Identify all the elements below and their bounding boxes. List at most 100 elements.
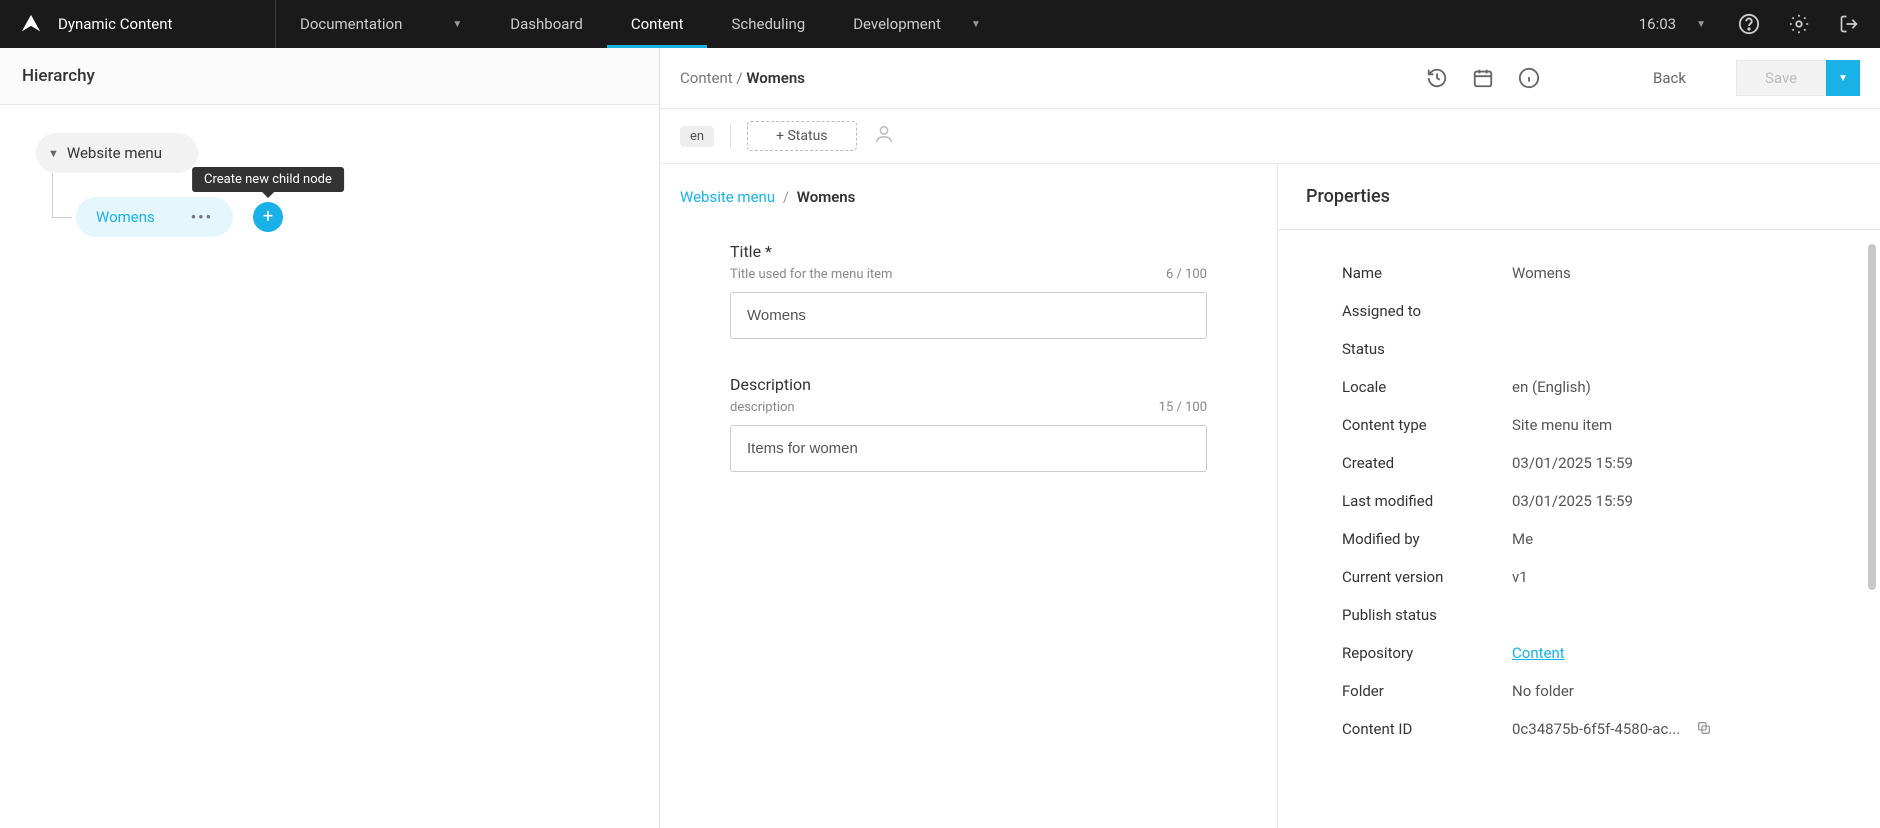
scrollbar-thumb[interactable]: [1868, 244, 1876, 590]
prop-label: Content type: [1342, 416, 1512, 434]
editor-body: Website menu / Womens Title * Title used…: [660, 164, 1880, 828]
breadcrumb-form-parent[interactable]: Website menu: [680, 188, 775, 206]
prop-row-assigned-to: Assigned to: [1306, 292, 1852, 330]
nav-dashboard[interactable]: Dashboard: [486, 0, 607, 48]
locale-pill[interactable]: en: [680, 126, 714, 147]
properties-panel: Properties Name Womens Assigned to Statu…: [1278, 164, 1880, 828]
prop-label: Last modified: [1342, 492, 1512, 510]
breadcrumb-parent[interactable]: Content: [680, 69, 733, 87]
description-hint: description: [730, 400, 795, 415]
prop-label: Repository: [1342, 644, 1512, 662]
breadcrumb-separator: /: [736, 69, 746, 87]
description-field: Description description 15 / 100: [730, 375, 1207, 472]
tree-child-label: Womens: [96, 208, 155, 226]
prop-label: Created: [1342, 454, 1512, 472]
nav-development-label: Development: [853, 15, 941, 33]
prop-value-repository-link[interactable]: Content: [1512, 644, 1565, 662]
prop-value: Site menu item: [1512, 416, 1612, 434]
prop-row-last-modified: Last modified 03/01/2025 15:59: [1306, 482, 1852, 520]
editor-topbar: Content / Womens Back Save ▼: [660, 48, 1880, 109]
logout-icon[interactable]: [1830, 5, 1868, 43]
save-button[interactable]: Save: [1736, 60, 1826, 96]
divider: [730, 124, 731, 148]
nav-documentation-dropdown[interactable]: Documentation ▼: [276, 0, 486, 48]
prop-value: 03/01/2025 15:59: [1512, 454, 1633, 472]
caret-down-icon: ▼: [48, 147, 59, 160]
nav-scheduling-label: Scheduling: [731, 15, 805, 33]
add-status-button[interactable]: + Status: [747, 121, 856, 151]
save-dropdown-button[interactable]: ▼: [1826, 60, 1860, 96]
main-area: Hierarchy ▼ Website menu Womens ••• + Cr…: [0, 48, 1880, 828]
chevron-down-icon: ▼: [1838, 73, 1848, 84]
prop-row-repository: Repository Content: [1306, 634, 1852, 672]
chevron-down-icon: ▼: [1696, 19, 1706, 30]
prop-row-modified-by: Modified by Me: [1306, 520, 1852, 558]
breadcrumb-top: Content / Womens: [680, 69, 805, 87]
form-column: Website menu / Womens Title * Title used…: [660, 164, 1278, 828]
title-hint-row: Title used for the menu item 6 / 100: [730, 267, 1207, 282]
prop-label: Content ID: [1342, 720, 1512, 740]
breadcrumb-separator: /: [783, 188, 789, 206]
settings-gear-icon[interactable]: [1780, 5, 1818, 43]
prop-label: Folder: [1342, 682, 1512, 700]
sidebar-header: Hierarchy: [0, 48, 659, 105]
properties-body: Name Womens Assigned to Status Local: [1278, 230, 1880, 828]
prop-value: No folder: [1512, 682, 1574, 700]
sidebar-title: Hierarchy: [22, 66, 637, 86]
editor-top-icons: Back Save ▼: [1423, 60, 1860, 96]
prop-label: Current version: [1342, 568, 1512, 586]
properties-title: Properties: [1278, 164, 1880, 230]
tree-node-root[interactable]: ▼ Website menu: [36, 133, 198, 173]
prop-label: Name: [1342, 264, 1512, 282]
nav-dashboard-label: Dashboard: [510, 15, 583, 33]
prop-row-content-type: Content type Site menu item: [1306, 406, 1852, 444]
prop-value: v1: [1512, 568, 1528, 586]
prop-row-locale: Locale en (English): [1306, 368, 1852, 406]
prop-value: en (English): [1512, 378, 1591, 396]
chevron-down-icon: ▼: [971, 19, 981, 30]
breadcrumb-current: Womens: [746, 69, 805, 87]
hierarchy-sidebar: Hierarchy ▼ Website menu Womens ••• + Cr…: [0, 48, 660, 828]
editor-pane: Content / Womens Back Save ▼: [660, 48, 1880, 828]
breadcrumb-form: Website menu / Womens: [680, 188, 1257, 206]
calendar-icon[interactable]: [1469, 64, 1497, 92]
topbar: Dynamic Content Documentation ▼ Dashboar…: [0, 0, 1880, 48]
time-display[interactable]: 16:03 ▼: [1627, 15, 1718, 33]
prop-row-name: Name Womens: [1306, 254, 1852, 292]
editor-statusbar: en + Status: [660, 109, 1880, 164]
add-child-tooltip: Create new child node: [192, 167, 344, 192]
plus-icon: +: [263, 208, 273, 226]
prop-label: Modified by: [1342, 530, 1512, 548]
title-field: Title * Title used for the menu item 6 /…: [730, 242, 1207, 339]
help-icon[interactable]: [1730, 5, 1768, 43]
tree-node-womens[interactable]: Womens •••: [76, 197, 233, 237]
title-label: Title *: [730, 242, 1207, 261]
tree-child-row: Womens ••• + Create new child node: [76, 197, 623, 237]
add-child-node-button[interactable]: + Create new child node: [253, 202, 283, 232]
nav-scheduling[interactable]: Scheduling: [707, 0, 829, 48]
assign-user-icon[interactable]: [873, 123, 895, 149]
description-input[interactable]: [730, 425, 1207, 472]
history-icon[interactable]: [1423, 64, 1451, 92]
prop-value: Me: [1512, 530, 1533, 548]
back-button[interactable]: Back: [1621, 61, 1718, 95]
info-icon[interactable]: [1515, 64, 1543, 92]
nav-content-label: Content: [631, 15, 684, 33]
nav-content[interactable]: Content: [607, 0, 708, 48]
title-input[interactable]: [730, 292, 1207, 339]
save-button-group: Save ▼: [1736, 60, 1860, 96]
chevron-down-icon: ▼: [452, 19, 462, 30]
title-hint: Title used for the menu item: [730, 267, 892, 282]
amplience-logo-icon: [20, 13, 42, 35]
scrollbar-track: [1868, 244, 1876, 820]
prop-label: Publish status: [1342, 606, 1512, 624]
properties-card: Name Womens Assigned to Status Local: [1306, 254, 1852, 750]
prop-label: Assigned to: [1342, 302, 1512, 320]
description-label: Description: [730, 375, 1207, 394]
nav-development-dropdown[interactable]: Development ▼: [829, 0, 1005, 48]
tree-root-label: Website menu: [67, 144, 162, 162]
more-options-icon[interactable]: •••: [191, 208, 213, 226]
topnav: Documentation ▼ Dashboard Content Schedu…: [276, 0, 1005, 48]
title-counter: 6 / 100: [1166, 267, 1207, 282]
copy-icon[interactable]: [1696, 720, 1712, 740]
